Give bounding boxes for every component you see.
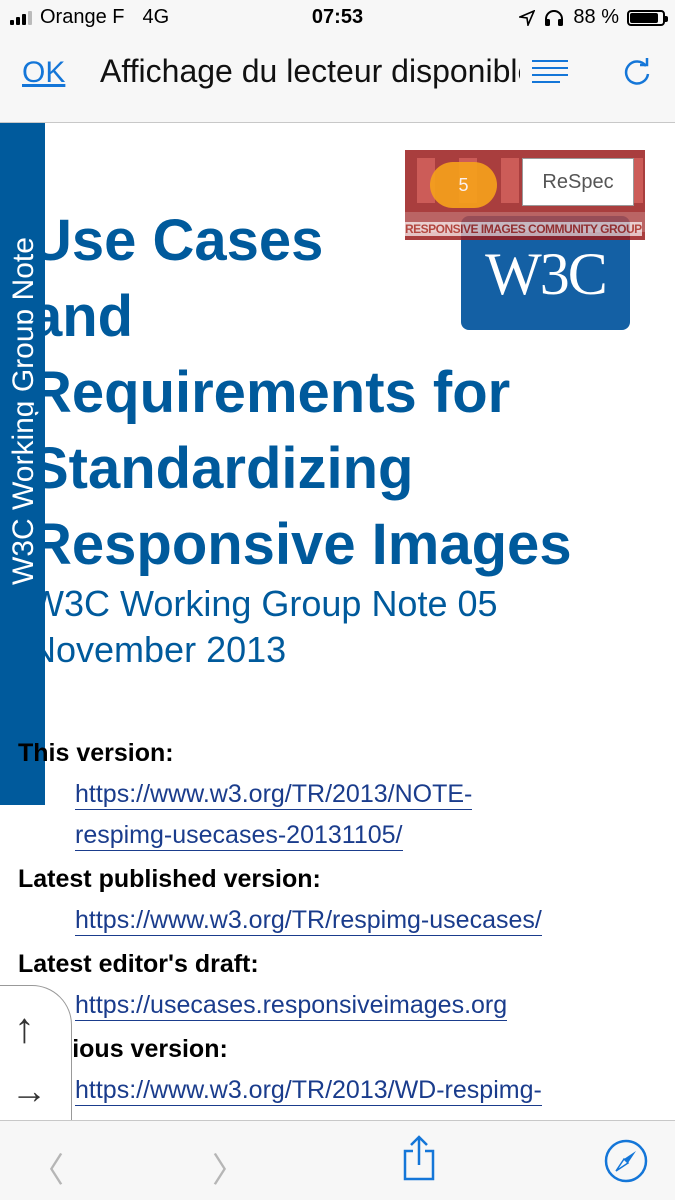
subtitle-line: W3C Working Group Note 05 [30,583,498,624]
title-line: Use Cases [30,208,324,273]
compass-icon[interactable] [604,1139,648,1183]
version-list: This version: https://www.w3.org/TR/2013… [18,735,658,1116]
counter-badge[interactable]: 5 [430,162,497,208]
title-line: Responsive Images [30,512,572,577]
document-title: Use Cases and Requirements for Standardi… [30,203,630,583]
web-content: W3C Working Group Note W3C RESPONSIVE IM… [0,123,675,1120]
version-links: https://www.w3.org/TR/2013/WD-respimg- [75,1075,658,1116]
carrier-name: Orange F [40,6,125,28]
navigation-bar: OK Affichage du lecteur disponible [0,38,675,123]
title-line: and [30,284,134,349]
share-icon[interactable] [400,1135,438,1181]
status-bar: Orange F 4G 07:53 88 % [0,0,675,38]
chevron-right-icon[interactable]: 〉 [212,1143,246,1192]
title-line: Standardizing [30,436,414,501]
reader-view-icon[interactable] [532,60,568,88]
chevron-left-icon[interactable]: 〈 [30,1143,64,1192]
title-line: Requirements for [30,360,511,425]
location-icon [519,9,536,26]
done-button[interactable]: OK [22,56,65,90]
version-link[interactable]: https://www.w3.org/TR/respimg-usecases/ [75,905,542,936]
version-links: https://www.w3.org/TR/2013/NOTE- respimg… [75,779,658,861]
version-link[interactable]: https://usecases.responsiveimages.org [75,990,508,1021]
battery-icon [627,9,668,26]
version-links: https://usecases.responsiveimages.org [75,990,658,1031]
arrow-right-icon[interactable]: → [11,1070,47,1112]
reload-icon[interactable] [620,56,654,90]
side-navigation-panel: ↑ → [0,985,72,1120]
page-title: Affichage du lecteur disponible [100,53,520,89]
headphones-icon [545,9,564,26]
version-label: Previous version: [18,1035,228,1063]
arrow-up-icon[interactable]: ↑ [14,1004,35,1052]
version-links: https://www.w3.org/TR/respimg-usecases/ [75,905,658,946]
signal-icon [10,10,32,25]
version-label: Latest published version: [18,865,321,893]
version-label: This version: [18,739,174,767]
network-type: 4G [142,6,170,28]
version-link[interactable]: https://www.w3.org/TR/2013/NOTE- [75,779,473,810]
version-link[interactable]: https://www.w3.org/TR/2013/WD-respimg- [75,1075,542,1106]
version-label: Latest editor's draft: [18,950,259,978]
version-link[interactable]: respimg-usecases-20131105/ [75,820,403,851]
battery-percent: 88 % [573,6,619,28]
subtitle-line: November 2013 [30,629,287,670]
status-right: 88 % [519,6,668,29]
browser-toolbar: 〈 〉 [0,1120,675,1200]
document-subtitle: W3C Working Group Note 05 November 2013 [30,581,630,673]
respec-button[interactable]: ReSpec [522,158,634,206]
status-left: Orange F 4G [10,6,169,29]
